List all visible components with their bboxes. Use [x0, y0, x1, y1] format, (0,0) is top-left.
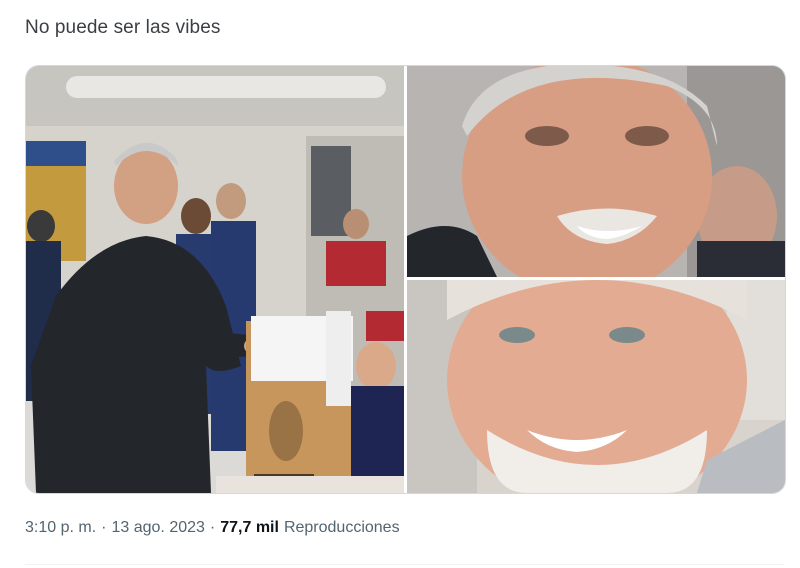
media-grid	[25, 65, 786, 494]
views-label: Reproducciones	[283, 519, 400, 536]
meta-separator: ·	[101, 519, 107, 536]
tweet-meta: 3:10 p. m. · 13 ago. 2023 · 77,7 mil Rep…	[25, 519, 400, 537]
tweet-date[interactable]: 13 ago. 2023	[111, 519, 204, 537]
tweet-text: No puede ser las vibes	[25, 17, 221, 38]
tweet-time[interactable]: 3:10 p. m.	[25, 519, 96, 537]
divider	[25, 564, 784, 565]
photo-face-closeup[interactable]	[407, 66, 785, 277]
photo-older-man[interactable]	[407, 280, 785, 493]
meta-separator-2: ·	[209, 519, 216, 536]
photo-voting[interactable]	[26, 66, 404, 493]
views-count: 77,7 mil	[220, 519, 279, 536]
